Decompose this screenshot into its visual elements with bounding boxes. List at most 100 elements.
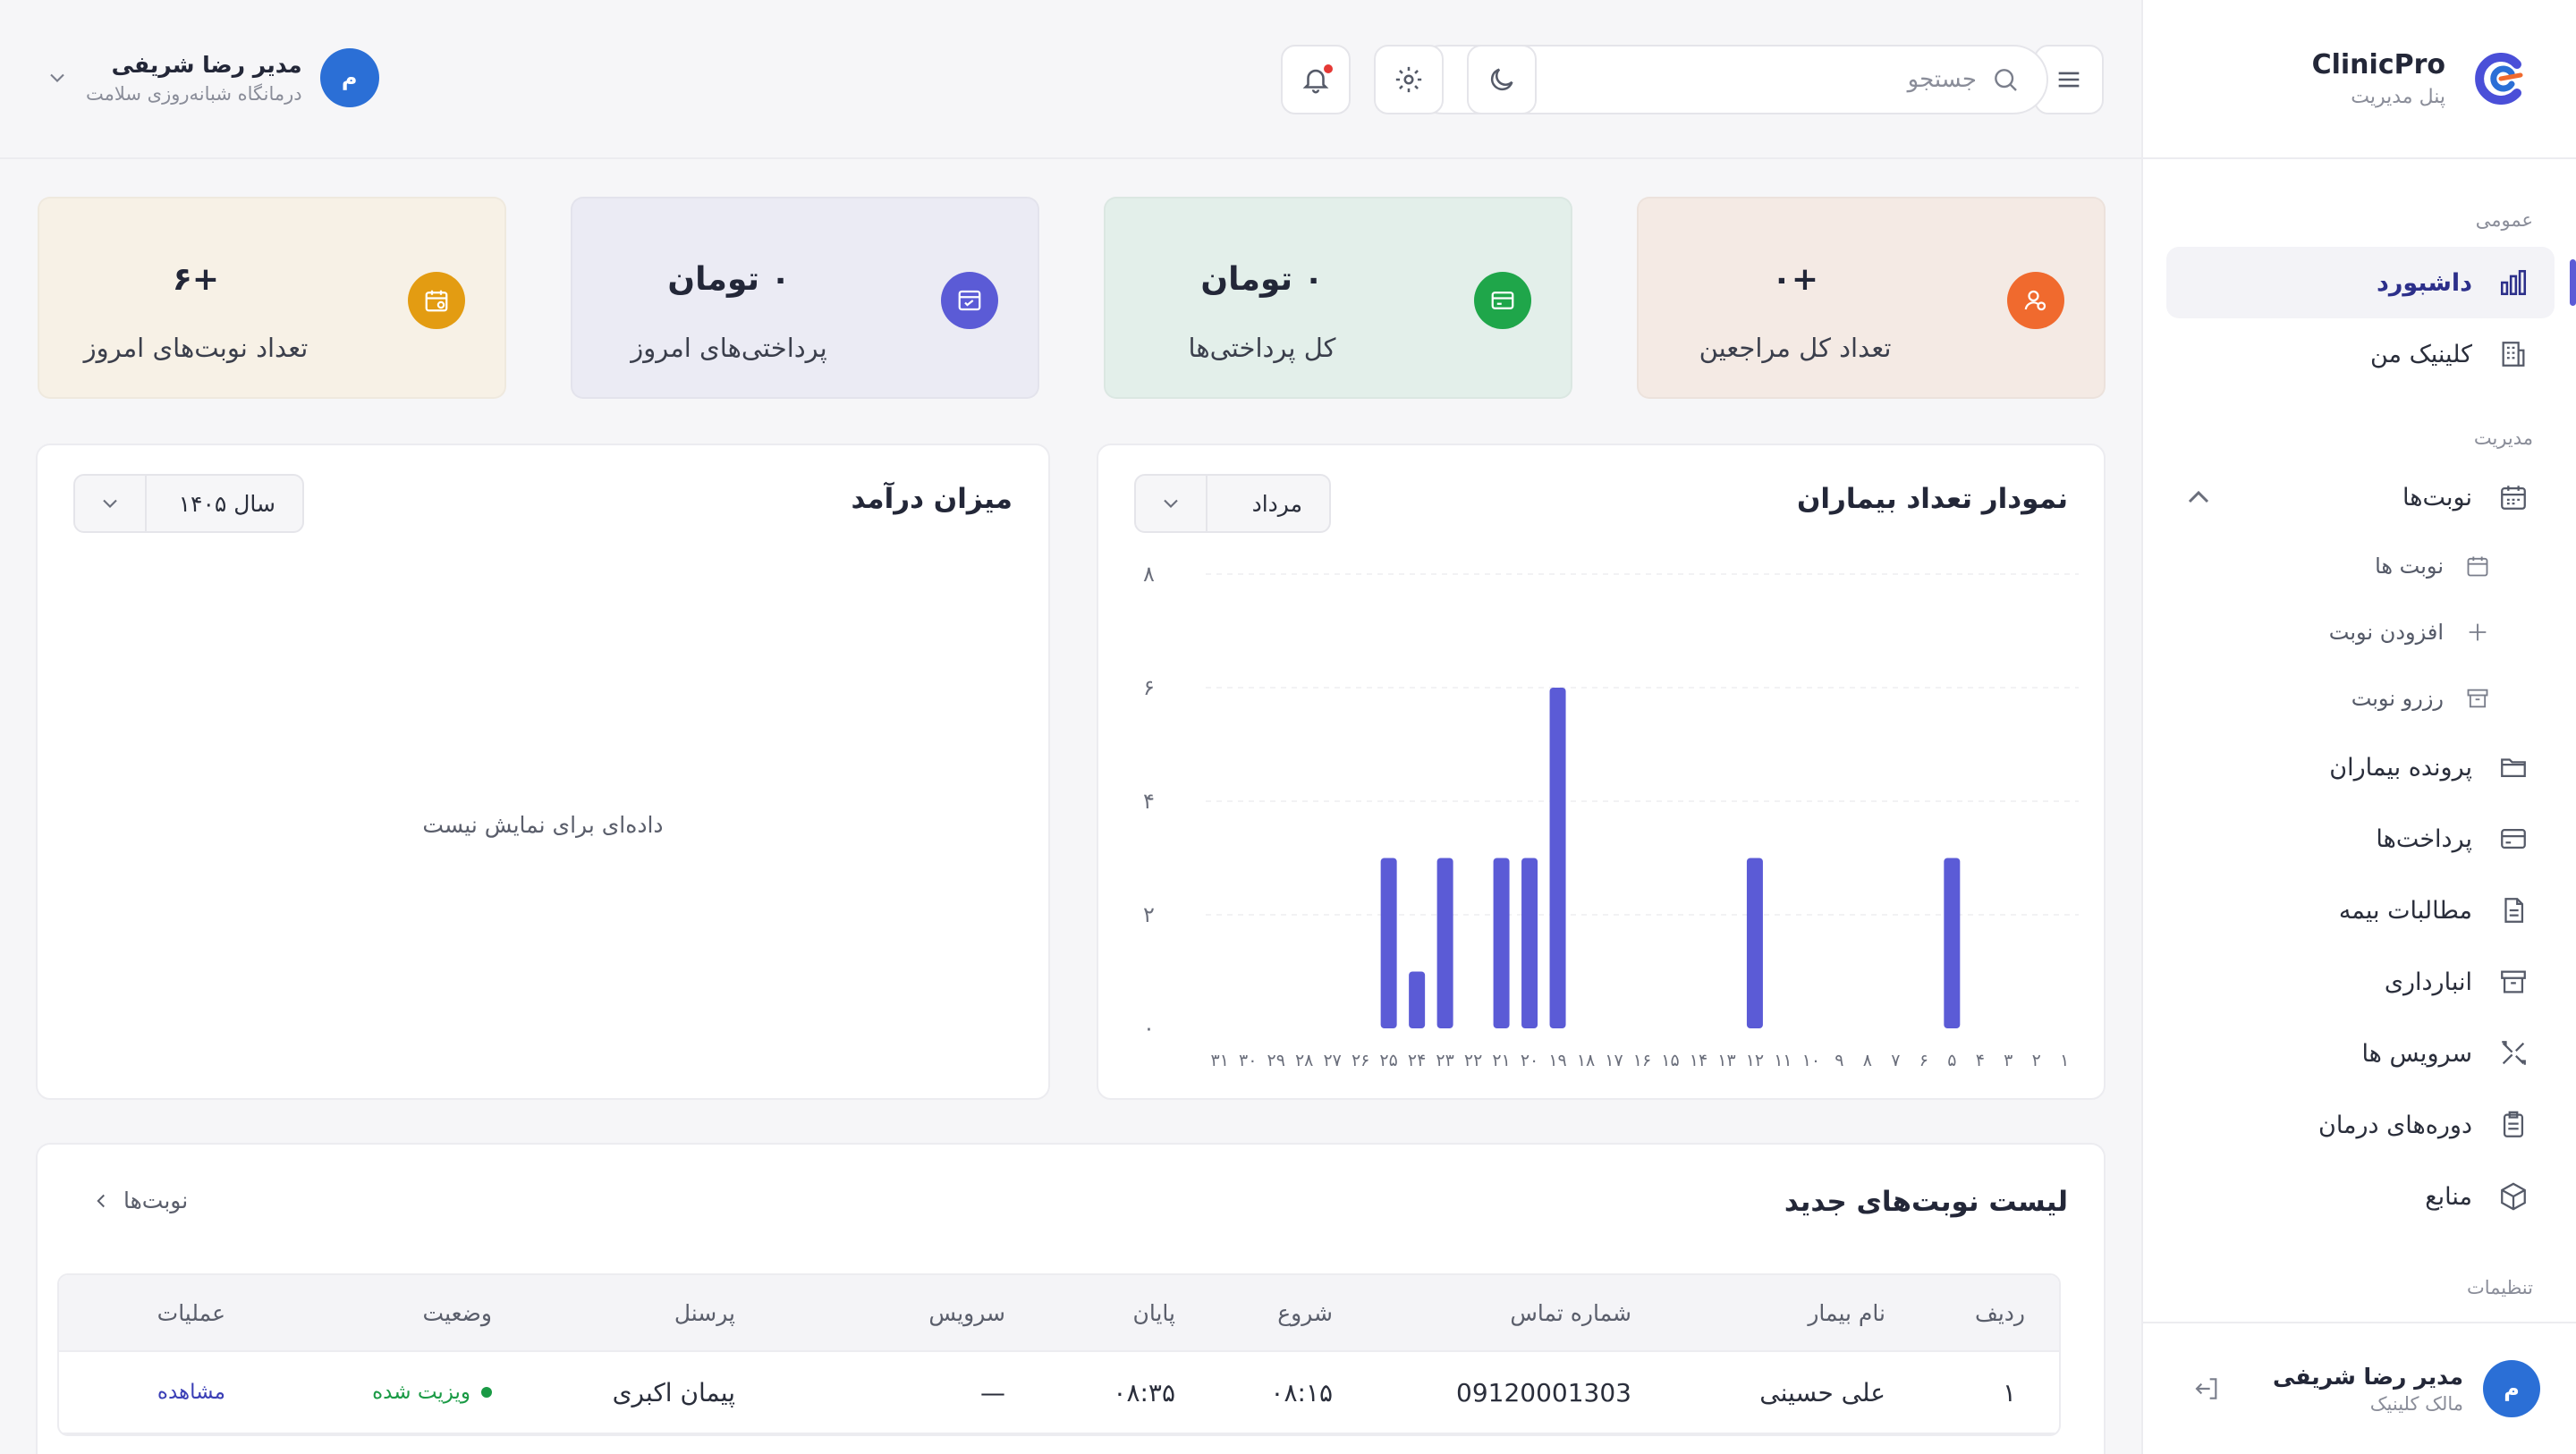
table-header: ردیف نام بیمار شماره تماس شروع پایان سرو… xyxy=(59,1275,2059,1352)
bar[interactable] xyxy=(1409,971,1426,1029)
x-tick-label: ۱۶ xyxy=(1633,1051,1651,1070)
y-tick-label: ۲ xyxy=(1143,902,1155,927)
x-tick-label: ۳۰ xyxy=(1239,1051,1257,1070)
sidebar-item-resources[interactable]: منابع xyxy=(2166,1161,2555,1232)
x-tick-label: ۳ xyxy=(2004,1051,2012,1070)
x-tick-label: ۲۴ xyxy=(1408,1051,1426,1070)
empty-state-text: داده‌ای برای نمایش نیست xyxy=(422,812,664,838)
cell-start: ۰۸:۱۵ xyxy=(1270,1377,1333,1408)
x-tick-label: ۲۲ xyxy=(1464,1051,1482,1070)
sidebar-item-insurance[interactable]: مطالبات بیمه xyxy=(2166,875,2555,946)
bar[interactable] xyxy=(1436,858,1453,1029)
stat-label: تعداد کل مراجعین xyxy=(1699,333,1892,363)
archive-box-icon xyxy=(2496,964,2531,1000)
calendar-check-icon xyxy=(408,272,465,329)
view-appointment-link[interactable]: مشاهده xyxy=(157,1352,225,1433)
bar[interactable] xyxy=(1521,858,1538,1029)
topbar-user-menu[interactable]: م مدیر رضا شریفی درمانگاه شبانه‌روزی سلا… xyxy=(45,48,379,107)
x-tick-label: ۸ xyxy=(1863,1051,1872,1070)
sidebar-item-label: کلینیک من xyxy=(2370,340,2472,368)
x-tick-label: ۲۹ xyxy=(1267,1051,1284,1070)
income-chart-panel: میزان درآمد سال ۱۴۰۵ داده‌ای برای نمایش … xyxy=(36,444,1050,1100)
status-dot xyxy=(481,1387,492,1398)
sidebar-item-inventory[interactable]: انبارداری xyxy=(2166,946,2555,1018)
settings-button[interactable] xyxy=(1374,45,1444,114)
sidebar-subitem-appointment-list[interactable]: نوبت ها xyxy=(2143,533,2492,599)
stat-value: ۰ تومان xyxy=(1200,261,1324,298)
bar[interactable] xyxy=(1380,858,1397,1029)
sidebar-item-label: انبارداری xyxy=(2384,968,2472,996)
stat-card-today-appointments: +۶ تعداد نوبت‌های امروز xyxy=(38,197,506,399)
cell-index: ۱ xyxy=(2002,1377,2016,1408)
x-tick-label: ۶ xyxy=(1919,1051,1928,1070)
x-tick-label: ۱۹ xyxy=(1548,1051,1566,1070)
sidebar-item-label: پرونده بیماران xyxy=(2329,753,2472,782)
sidebar-item-patient-files[interactable]: پرونده بیماران xyxy=(2166,731,2555,803)
col-header-staff: پرسنل xyxy=(674,1299,735,1326)
chevron-down-icon xyxy=(50,73,64,82)
active-indicator xyxy=(2570,259,2576,306)
x-tick-label: ۱۸ xyxy=(1577,1051,1595,1070)
stat-value: +۶ xyxy=(172,261,220,298)
stat-label: پرداختی‌های امروز xyxy=(631,333,827,363)
receipt-icon xyxy=(941,272,998,329)
patients-bar-chart: ۰۲۴۶۸۱۲۳۴۵۶۷۸۹۱۰۱۱۱۲۱۳۱۴۱۵۱۶۱۷۱۸۱۹۲۰۲۱۲۲… xyxy=(1143,562,2079,1070)
bar[interactable] xyxy=(1944,858,1961,1029)
bar[interactable] xyxy=(1549,688,1566,1028)
sidebar-item-treatment-courses[interactable]: دوره‌های درمان xyxy=(2166,1089,2555,1161)
sidebar-subitem-label: رزرو نوبت xyxy=(2351,686,2444,711)
x-tick-label: ۲۱ xyxy=(1492,1051,1510,1070)
sidebar-subitem-add-appointment[interactable]: افزودن نوبت xyxy=(2143,599,2492,665)
x-tick-label: ۴ xyxy=(1976,1051,1985,1070)
panel-title: لیست نوبت‌های جدید xyxy=(1784,1186,2068,1218)
logout-icon[interactable] xyxy=(2193,1374,2222,1403)
notification-dot xyxy=(1324,64,1333,73)
sidebar: ClinicPro پنل مدیریت عمومی داشبورد کلینی… xyxy=(2141,0,2576,1454)
y-tick-label: ۰ xyxy=(1143,1016,1155,1041)
bar[interactable] xyxy=(1493,858,1510,1029)
y-tick-label: ۸ xyxy=(1143,562,1155,587)
sidebar-item-label: پرداخت‌ها xyxy=(2376,824,2472,853)
building-icon xyxy=(2496,336,2531,372)
year-select-value: سال ۱۴۰۵ xyxy=(178,490,275,517)
x-tick-label: ۲۸ xyxy=(1295,1051,1313,1070)
bar[interactable] xyxy=(1746,858,1763,1029)
sidebar-item-dashboard[interactable]: داشبورد xyxy=(2166,247,2576,318)
link-label: نوبت‌ها xyxy=(123,1188,189,1213)
notifications-button[interactable] xyxy=(1281,45,1351,114)
appointments-panel: لیست نوبت‌های جدید نوبت‌ها ردیف نام بیما… xyxy=(36,1143,2106,1454)
credit-card-icon xyxy=(2496,821,2531,857)
sidebar-user-card[interactable]: م مدیر رضا شریفی مالک کلینیک xyxy=(2143,1322,2576,1454)
status-text: ویزیت شده xyxy=(372,1381,470,1404)
search-icon xyxy=(1995,69,2017,91)
sidebar-subitem-label: نوبت ها xyxy=(2375,554,2444,579)
patients-chart-panel: نمودار تعداد بیماران مرداد ۰۲۴۶۸۱۲۳۴۵۶۷۸… xyxy=(1097,444,2106,1100)
cell-service: — xyxy=(980,1377,1005,1408)
hamburger-icon xyxy=(2058,72,2080,88)
stat-card-total-visitors: +۰ تعداد کل مراجعین xyxy=(1637,197,2106,399)
view-all-appointments-link[interactable]: نوبت‌ها xyxy=(89,1188,188,1213)
chevron-up-icon[interactable] xyxy=(2181,479,2216,515)
stat-value: ۰ تومان xyxy=(667,261,791,298)
sidebar-item-services[interactable]: سرویس ها xyxy=(2166,1018,2555,1089)
col-header-actions: عملیات xyxy=(157,1299,225,1326)
theme-toggle-button[interactable] xyxy=(1467,45,1537,114)
chevron-left-icon xyxy=(97,1194,105,1207)
brand[interactable]: ClinicPro پنل مدیریت xyxy=(2143,0,2576,159)
sidebar-item-my-clinic[interactable]: کلینیک من xyxy=(2166,318,2555,390)
sidebar-item-appointments[interactable]: نوبت‌ها xyxy=(2166,461,2555,533)
chevron-down-icon xyxy=(75,476,147,531)
x-tick-label: ۱۴ xyxy=(1690,1051,1707,1070)
avatar: م xyxy=(319,48,379,107)
x-tick-label: ۷ xyxy=(1891,1051,1900,1070)
year-select[interactable]: سال ۱۴۰۵ xyxy=(73,474,304,533)
wallet-icon xyxy=(1474,272,1531,329)
sidebar-item-label: منابع xyxy=(2425,1182,2472,1211)
cell-end: ۰۸:۳۵ xyxy=(1113,1377,1175,1408)
stat-label: کل پرداختی‌ها xyxy=(1188,333,1336,363)
table-row[interactable]: ۱ علی حسینی 09120001303 ۰۸:۱۵ ۰۸:۳۵ — پی… xyxy=(59,1352,2059,1434)
sidebar-item-payments[interactable]: پرداخت‌ها xyxy=(2166,803,2555,875)
x-tick-label: ۱۷ xyxy=(1605,1051,1623,1070)
sidebar-subitem-reserve[interactable]: رزرو نوبت xyxy=(2143,665,2492,731)
cell-phone: 09120001303 xyxy=(1456,1377,1631,1408)
